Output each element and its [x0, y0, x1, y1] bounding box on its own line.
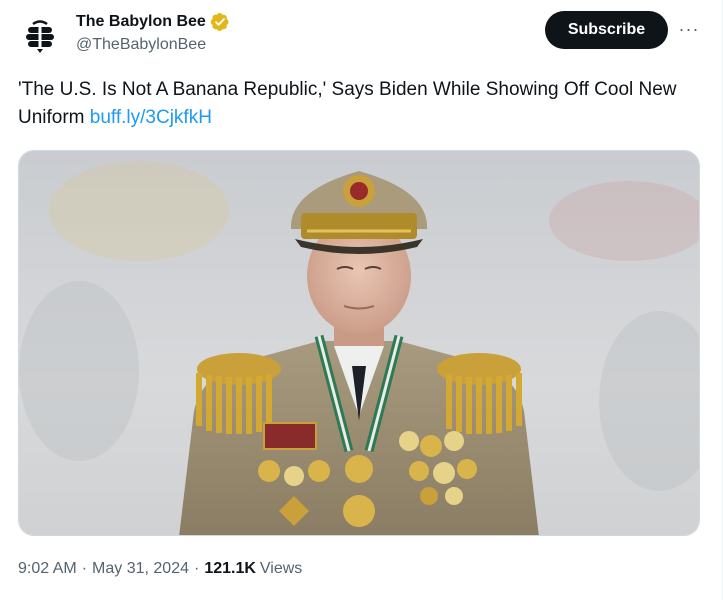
views-count: 121.1K — [204, 560, 256, 577]
author-display-name[interactable]: The Babylon Bee — [76, 11, 206, 33]
author-block: The Babylon Bee @TheBabylonBee — [76, 11, 230, 56]
avatar[interactable] — [18, 14, 62, 58]
author-handle[interactable]: @TheBabylonBee — [76, 34, 230, 56]
tweet-link[interactable]: buff.ly/3CjkfkH — [90, 107, 212, 128]
tweet-time[interactable]: 9:02 AM — [18, 558, 77, 580]
more-options-icon[interactable]: ··· — [676, 16, 702, 42]
tweet-media-photo[interactable] — [18, 150, 700, 536]
tweet-card: The Babylon Bee @TheBabylonBee Subscribe… — [0, 0, 723, 600]
photo-illustration — [19, 151, 699, 535]
meta-separator: · — [81, 560, 88, 577]
verified-badge-icon[interactable] — [210, 12, 230, 32]
subscribe-button[interactable]: Subscribe — [545, 11, 668, 49]
tweet-date[interactable]: May 31, 2024 — [92, 558, 189, 580]
meta-separator: · — [193, 560, 200, 577]
tweet-meta: 9:02 AM · May 31, 2024 · 121.1K Views — [18, 558, 302, 580]
tweet-text: 'The U.S. Is Not A Banana Republic,' Say… — [18, 76, 708, 132]
babylon-bee-logo-icon — [21, 17, 59, 55]
views-label: Views — [259, 560, 303, 577]
author-name-row: The Babylon Bee — [76, 11, 230, 33]
